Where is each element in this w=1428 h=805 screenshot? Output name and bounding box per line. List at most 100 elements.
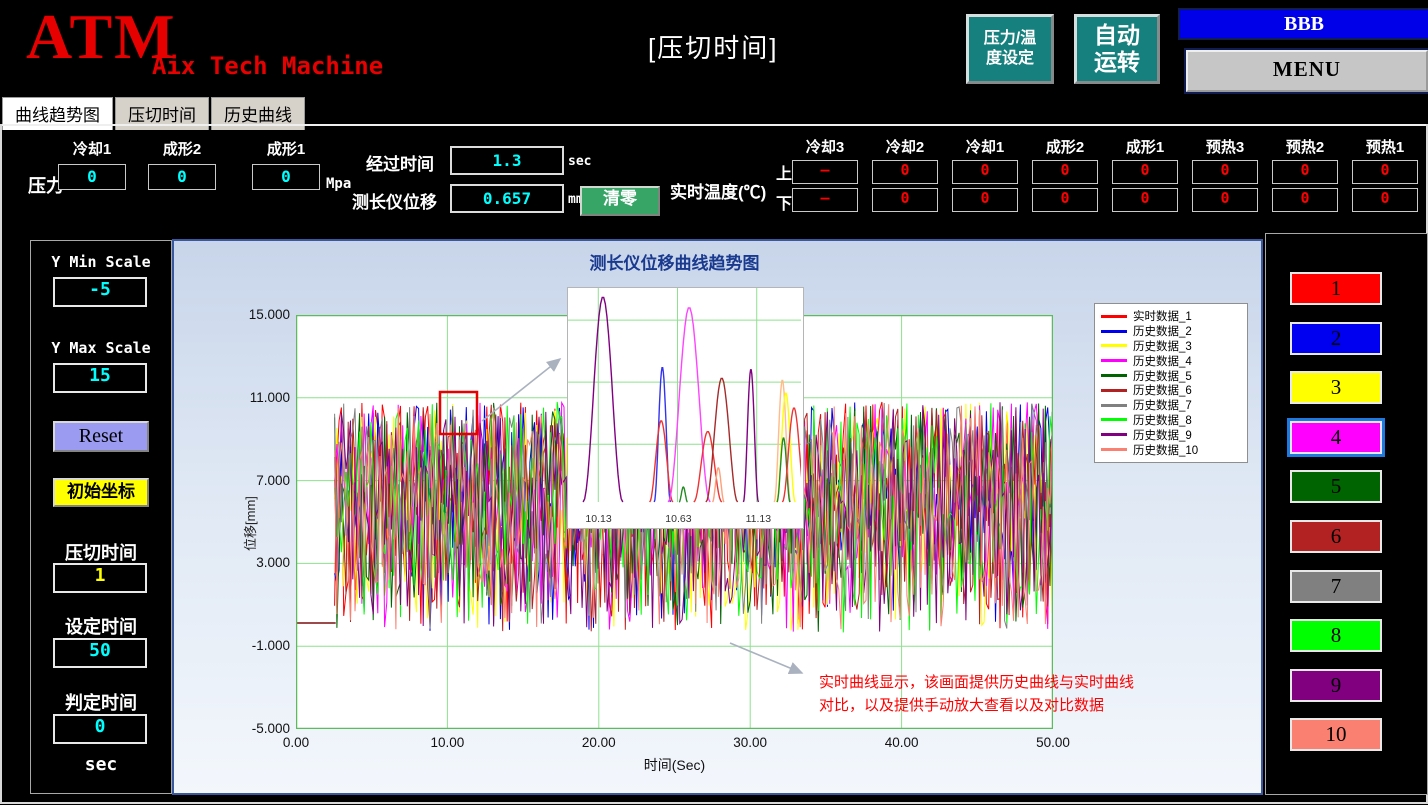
left-settings-panel: Y Min Scale -5 Y Max Scale 15 Reset 初始坐标… [30, 240, 172, 794]
curve-button-9[interactable]: 9 [1290, 669, 1382, 702]
temp-value-lower: 0 [1032, 188, 1098, 212]
pressure-temp-settings-label-2: 度设定 [969, 49, 1051, 69]
y-axis-label: 位移[mm] [240, 496, 259, 551]
y-tick-label: -1.000 [204, 638, 290, 653]
curve-button-1[interactable]: 1 [1290, 272, 1382, 305]
hmi-screen: ATM Aix Tech Machine [压切时间] 压力/温 度设定 自动 … [0, 0, 1428, 805]
temp-column-header: 冷却1 [952, 136, 1018, 156]
inset-x-tick: 11.13 [738, 513, 778, 525]
y-max-scale-label: Y Max Scale [31, 339, 171, 357]
set-time-label: 设定时间 [31, 613, 171, 639]
displacement-display: 0.657 [450, 184, 564, 213]
set-time-field[interactable]: 50 [53, 638, 147, 668]
temp-value-lower: 0 [1112, 188, 1178, 212]
legend-line-sample [1101, 418, 1127, 421]
legend-label: 历史数据_8 [1133, 412, 1192, 428]
curve-button-4[interactable]: 4 [1290, 421, 1382, 454]
legend-line-sample [1101, 359, 1127, 362]
curve-button-6[interactable]: 6 [1290, 520, 1382, 553]
temp-column: 预热100 [1352, 136, 1418, 212]
legend-line-sample [1101, 433, 1127, 436]
legend-item: 历史数据_7 [1101, 398, 1241, 413]
x-tick-label: 0.00 [268, 735, 324, 750]
temp-value-lower: 0 [872, 188, 938, 212]
legend-label: 历史数据_10 [1133, 442, 1198, 458]
x-tick-label: 30.00 [722, 735, 778, 750]
legend-label: 历史数据_9 [1133, 427, 1192, 443]
pressure-temp-settings-label-1: 压力/温 [969, 29, 1051, 49]
legend-line-sample [1101, 374, 1127, 377]
curve-button-8[interactable]: 8 [1290, 619, 1382, 652]
temp-value-lower: 0 [1192, 188, 1258, 212]
y-min-scale-field[interactable]: -5 [53, 277, 147, 307]
legend-item: 历史数据_10 [1101, 442, 1241, 457]
curve-button-10[interactable]: 10 [1290, 718, 1382, 751]
page-title: [压切时间] [648, 28, 778, 65]
legend-item: 历史数据_8 [1101, 413, 1241, 428]
legend-line-sample [1101, 344, 1127, 347]
temp-value-upper: 0 [1032, 160, 1098, 184]
temp-column: 冷却200 [872, 136, 938, 212]
press-cut-time-field[interactable]: 1 [53, 563, 147, 593]
press-cut-time-label: 压切时间 [31, 539, 171, 565]
legend-line-sample [1101, 404, 1127, 407]
y-min-scale-label: Y Min Scale [31, 253, 171, 271]
y-tick-label: 7.000 [204, 473, 290, 488]
clear-button[interactable]: 清零 [580, 186, 660, 216]
y-max-scale-field[interactable]: 15 [53, 363, 147, 393]
inset-x-tick: 10.63 [658, 513, 698, 525]
legend-item: 历史数据_4 [1101, 353, 1241, 368]
initial-coordinates-button[interactable]: 初始坐标 [53, 478, 149, 507]
judge-time-field[interactable]: 0 [53, 714, 147, 744]
annotation-line-1: 实时曲线显示，该画面提供历史曲线与实时曲线 [819, 671, 1134, 694]
elapsed-time-display: 1.3 [450, 146, 564, 175]
pressure-column: 冷却10 [58, 138, 126, 190]
menu-button[interactable]: MENU [1186, 50, 1428, 92]
tab-bar: 曲线趋势图压切时间历史曲线 [2, 97, 307, 124]
temp-column: 冷却3—— [792, 136, 858, 212]
legend-line-sample [1101, 330, 1127, 333]
temp-column-header: 预热2 [1272, 136, 1338, 156]
pressure-unit: Mpa [326, 176, 351, 192]
temp-column-header: 成形2 [1032, 136, 1098, 156]
pressure-column-label: 成形1 [252, 138, 320, 158]
x-tick-label: 50.00 [1025, 735, 1081, 750]
temp-value-upper: 0 [1112, 160, 1178, 184]
temp-value-upper: 0 [952, 160, 1018, 184]
pressure-value-display: 0 [252, 164, 320, 190]
temp-column-header: 冷却3 [792, 136, 858, 156]
curve-button-7[interactable]: 7 [1290, 570, 1382, 603]
pressure-column-label: 冷却1 [58, 138, 126, 158]
y-tick-label: -5.000 [204, 721, 290, 736]
trend-chart-panel: 测长仪位移曲线趋势图 位移[mm] 时间(Sec) 10.1310.6311.1… [172, 239, 1263, 795]
temp-row-label-up: 上 [776, 160, 792, 184]
curve-button-2[interactable]: 2 [1290, 322, 1382, 355]
x-tick-label: 20.00 [571, 735, 627, 750]
temp-row-label-down: 下 [776, 190, 792, 214]
pressure-temp-settings-button[interactable]: 压力/温 度设定 [966, 14, 1054, 84]
legend-label: 历史数据_6 [1133, 382, 1192, 398]
temp-value-lower: — [792, 188, 858, 212]
legend-label: 实时数据_1 [1133, 308, 1192, 324]
displacement-label: 测长仪位移 [352, 188, 437, 213]
legend-label: 历史数据_4 [1133, 353, 1192, 369]
temp-column-header: 冷却2 [872, 136, 938, 156]
temp-column: 预热300 [1192, 136, 1258, 212]
pressure-column: 成形20 [148, 138, 216, 190]
reset-button[interactable]: Reset [53, 421, 149, 452]
inset-x-tick: 10.13 [579, 513, 619, 525]
temperature-label: 实时温度(℃) [670, 178, 766, 203]
auto-run-label-2: 运转 [1077, 49, 1157, 76]
curve-button-3[interactable]: 3 [1290, 371, 1382, 404]
chart-annotation-text: 实时曲线显示，该画面提供历史曲线与实时曲线 对比，以及提供手动放大查看以及对比数… [819, 671, 1134, 717]
elapsed-time-label: 经过时间 [366, 150, 434, 175]
curve-button-5[interactable]: 5 [1290, 470, 1382, 503]
x-tick-label: 40.00 [874, 735, 930, 750]
tab-divider [0, 124, 1428, 126]
zoom-inset-canvas [568, 288, 801, 504]
auto-run-button[interactable]: 自动 运转 [1074, 14, 1160, 84]
legend-label: 历史数据_3 [1133, 338, 1192, 354]
y-tick-label: 15.000 [204, 307, 290, 322]
curve-select-panel: 1 2 3 4 5 6 7 8 9 10 [1265, 233, 1428, 795]
chart-legend: 实时数据_1历史数据_2历史数据_3历史数据_4历史数据_5历史数据_6历史数据… [1094, 303, 1248, 463]
